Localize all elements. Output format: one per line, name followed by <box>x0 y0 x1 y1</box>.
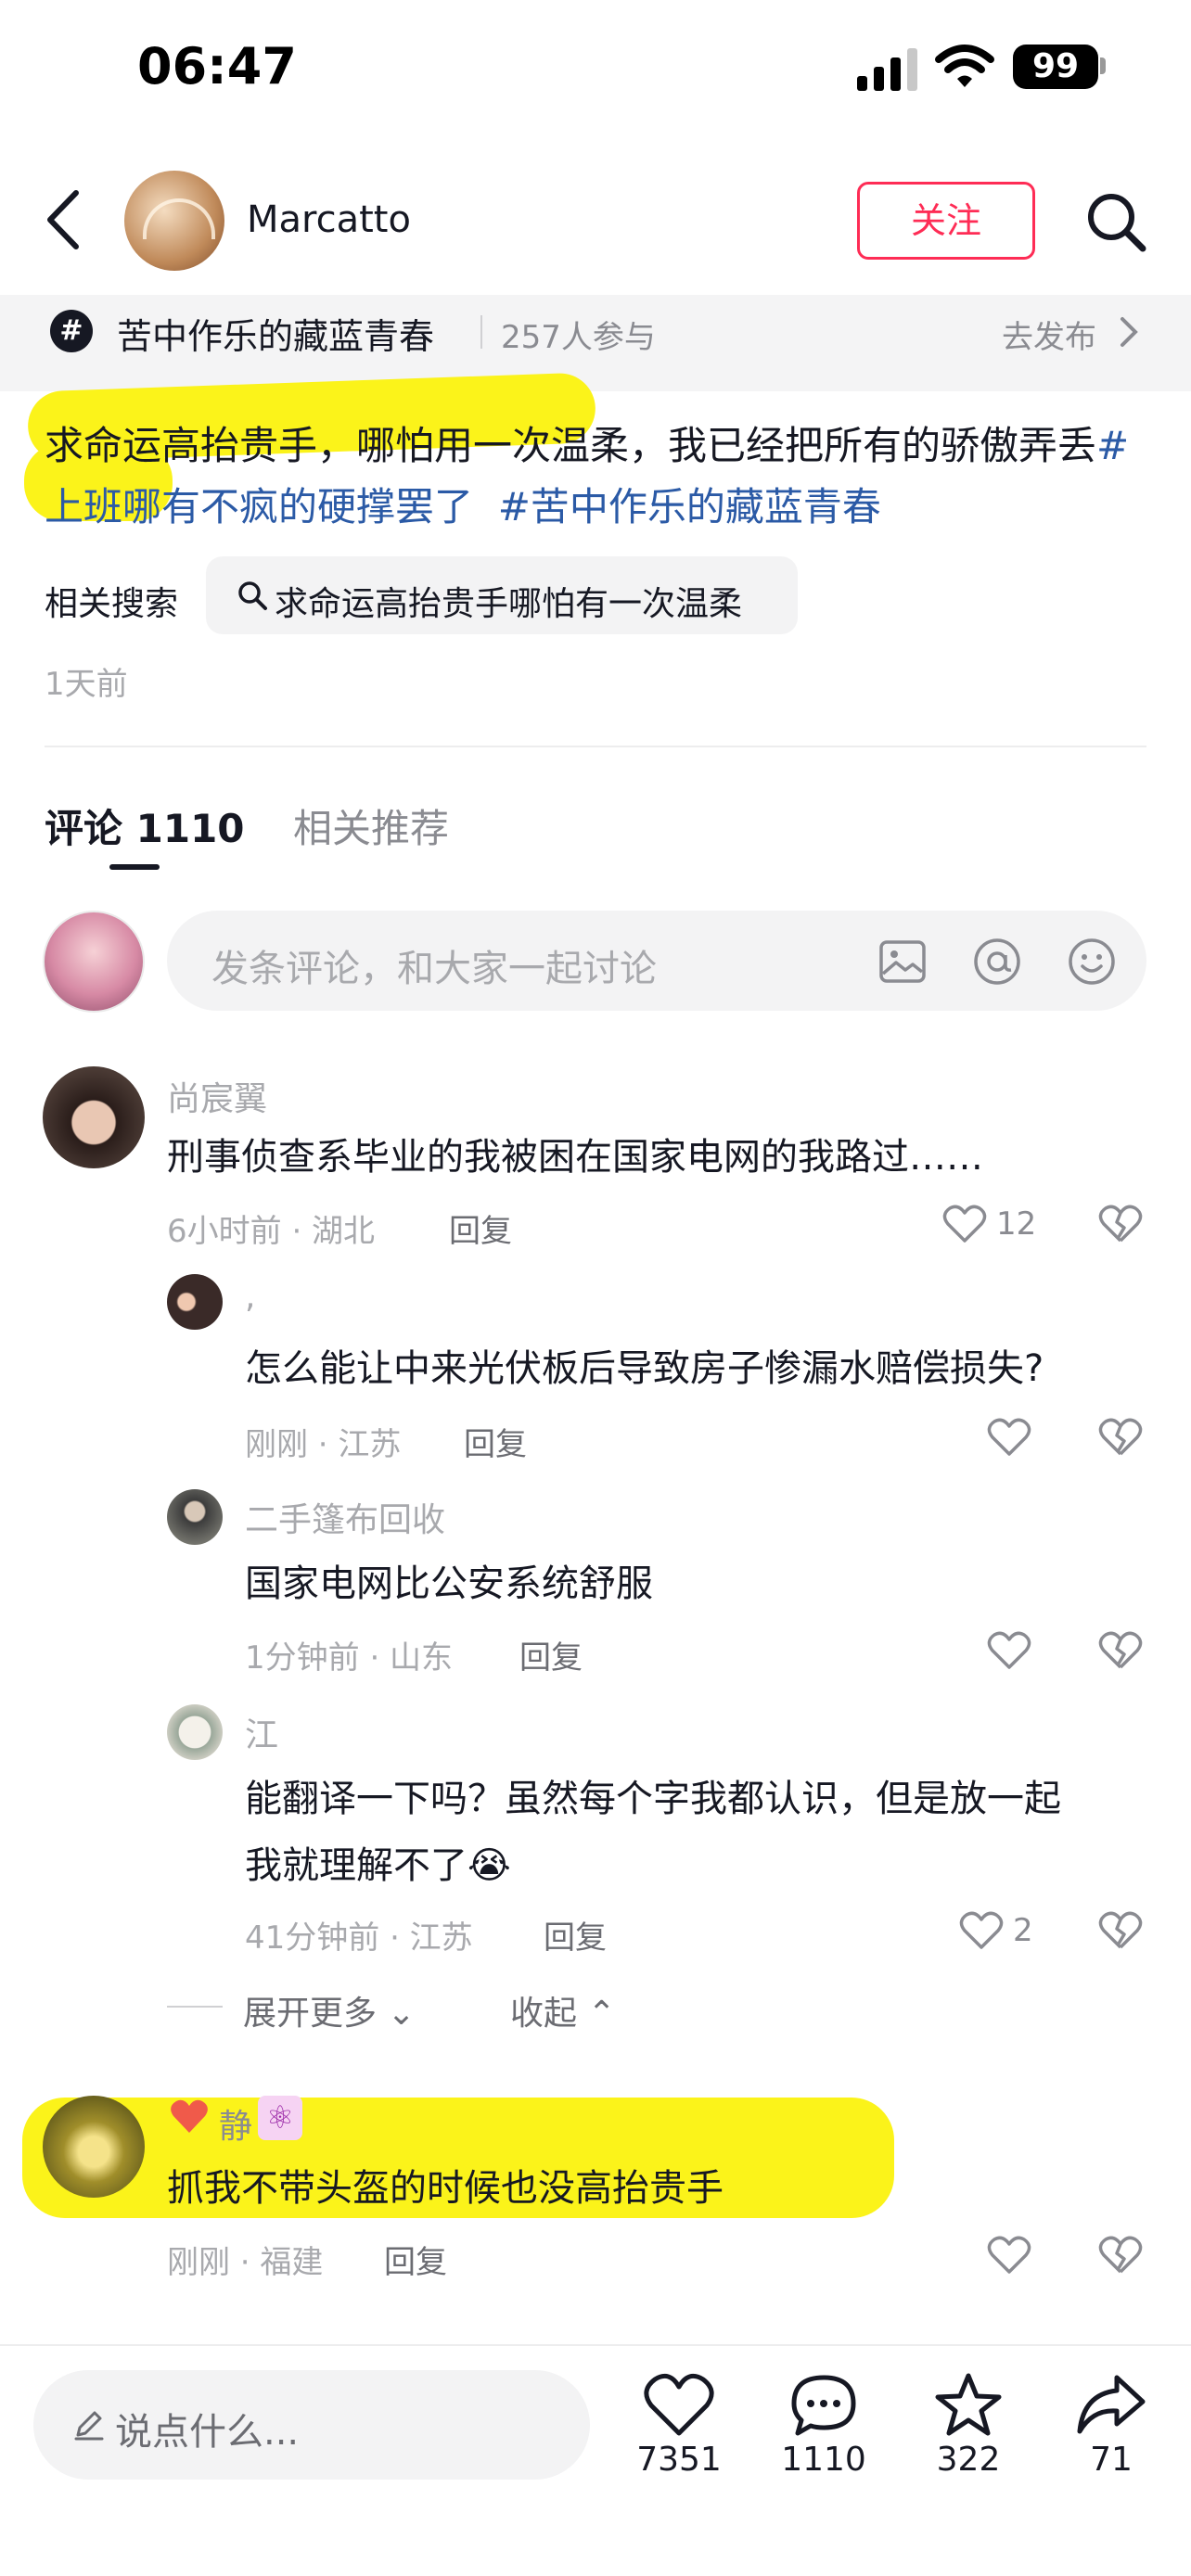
collapse-button[interactable]: 收起 ⌃ <box>510 1986 616 2034</box>
commenter-name[interactable]: 尚宸翼 <box>167 1072 267 1120</box>
comment-text: 国家电网比公安系统舒服 <box>245 1562 653 1605</box>
comment-text-line: 我就理解不了 <box>245 1844 467 1887</box>
crying-laughing-emoji: 😭 <box>467 1844 511 1887</box>
tab-comments[interactable]: 评论 1110 <box>45 797 245 854</box>
comment-icon[interactable] <box>788 2372 859 2439</box>
commenter-name[interactable]: , <box>245 1278 255 1316</box>
atom-badge-icon: ⚛ <box>258 2096 302 2140</box>
back-arrow-icon[interactable] <box>41 187 87 252</box>
comment-input-placeholder[interactable]: 发条评论，和大家一起讨论 <box>211 938 657 992</box>
divider <box>480 315 482 349</box>
my-avatar <box>43 911 145 1013</box>
status-bar: 06:47 99 <box>0 0 1191 139</box>
dislike-icon[interactable] <box>1098 2233 1143 2277</box>
commenter-name[interactable]: 静 <box>219 2099 252 2148</box>
like-icon[interactable] <box>942 1204 987 1244</box>
battery-icon: 99 <box>1013 45 1098 89</box>
at-mention-icon[interactable] <box>972 937 1022 987</box>
dislike-icon[interactable] <box>1098 1628 1143 1673</box>
comment-meta: 41分钟前 · 江苏 <box>245 1919 473 1957</box>
comment-text: 刑事侦查系毕业的我被困在国家电网的我路过…… <box>167 1136 983 1179</box>
dislike-icon[interactable] <box>1098 1202 1143 1246</box>
comment-text: 怎么能让中来光伏板后导致房子惨漏水赔偿损失? <box>245 1347 1044 1390</box>
comment-meta: 刚刚 · 福建 <box>167 2244 324 2281</box>
reply-button[interactable]: 回复 <box>519 1632 583 1677</box>
go-publish-link[interactable]: 去发布 <box>1002 312 1096 357</box>
reply-button[interactable]: 回复 <box>384 2237 447 2282</box>
search-icon <box>238 581 267 610</box>
header: Marcatto 关注 <box>0 158 1191 283</box>
tab-active-indicator <box>109 864 160 870</box>
expand-more-label: 展开更多 <box>243 1995 378 2033</box>
like-count: 2 <box>1013 1912 1033 1949</box>
chevron-down-icon: ⌄ <box>387 1995 416 2033</box>
dislike-icon[interactable] <box>1098 1415 1143 1460</box>
chevron-up-icon: ⌃ <box>587 1995 616 2033</box>
comment-meta: 1分钟前 · 山东 <box>245 1639 454 1677</box>
reply-button[interactable]: 回复 <box>464 1419 527 1464</box>
comment-text: 能翻译一下吗？虽然每个字我都认识，但是放一起 <box>245 1778 1061 1820</box>
search-icon[interactable] <box>1083 189 1148 254</box>
divider <box>167 2006 223 2008</box>
battery-tip <box>1100 57 1106 74</box>
reply-button[interactable]: 回复 <box>449 1205 512 1251</box>
status-time: 06:47 <box>137 37 297 96</box>
comment-meta: 6小时前 · 湖北 <box>167 1213 376 1250</box>
comment-text: 我就理解不了😭 <box>245 1832 511 1899</box>
share-icon[interactable] <box>1076 2372 1146 2439</box>
wifi-icon <box>935 45 994 87</box>
divider <box>45 746 1146 747</box>
like-icon[interactable] <box>959 1910 1004 1951</box>
favorite-count: 322 <box>936 2441 1001 2479</box>
related-search-query[interactable]: 求命运高抬贵手哪怕有一次温柔 <box>275 577 742 625</box>
heart-badge-icon <box>171 2099 208 2133</box>
topic-bar[interactable]: # 苦中作乐的藏蓝青春 257人参与 去发布 <box>0 295 1191 391</box>
post-time: 1天前 <box>45 666 128 703</box>
hashtag-icon: # <box>50 310 93 352</box>
expand-more-button[interactable]: 展开更多 ⌄ <box>243 1986 416 2034</box>
hashtag-link[interactable]: #苦中作乐的藏蓝青春 <box>498 484 881 529</box>
like-icon[interactable] <box>987 2235 1031 2276</box>
like-icon[interactable] <box>987 1630 1031 1671</box>
commenter-avatar[interactable] <box>43 2096 145 2198</box>
topic-name: 苦中作乐的藏蓝青春 <box>117 316 435 357</box>
follow-button[interactable]: 关注 <box>857 182 1035 260</box>
tab-related[interactable]: 相关推荐 <box>293 797 449 854</box>
comment-count: 1110 <box>781 2441 866 2479</box>
author-avatar[interactable] <box>124 171 224 271</box>
like-icon[interactable] <box>987 1417 1031 1458</box>
cellular-signal-icon <box>857 48 917 91</box>
post-text: 求命运高抬贵手，哪怕用一次温柔，我已经把所有的骄傲弄丢 <box>45 423 1097 468</box>
commenter-avatar[interactable] <box>167 1274 223 1330</box>
like-count: 7351 <box>636 2441 722 2479</box>
post-description: 求命运高抬贵手，哪怕用一次温柔，我已经把所有的骄傲弄丢#上班哪有不疯的硬撑罢了 … <box>45 415 1158 538</box>
comment-meta: 刚刚 · 江苏 <box>245 1426 402 1463</box>
pencil-icon <box>74 2411 104 2441</box>
topic-participants: 257人参与 <box>501 319 656 356</box>
like-count: 12 <box>996 1205 1037 1243</box>
share-count: 71 <box>1090 2441 1133 2479</box>
image-icon[interactable] <box>877 937 928 987</box>
commenter-name[interactable]: 二手篷布回收 <box>245 1493 445 1541</box>
emoji-icon[interactable] <box>1067 937 1117 987</box>
chevron-right-icon <box>1121 317 1138 347</box>
related-search-label: 相关搜索 <box>45 585 179 623</box>
comment-text: 抓我不带头盔的时候也没高抬贵手 <box>167 2167 724 2210</box>
author-username[interactable]: Marcatto <box>247 198 411 241</box>
commenter-avatar[interactable] <box>167 1489 223 1545</box>
commenter-avatar[interactable] <box>167 1704 223 1760</box>
collapse-label: 收起 <box>510 1995 578 2033</box>
like-icon[interactable] <box>644 2372 714 2439</box>
reply-button[interactable]: 回复 <box>544 1912 607 1958</box>
commenter-avatar[interactable] <box>43 1066 145 1168</box>
say-something-placeholder[interactable]: 说点什么... <box>115 2402 299 2455</box>
star-icon[interactable] <box>933 2372 1004 2439</box>
commenter-name[interactable]: 江 <box>245 1708 278 1756</box>
dislike-icon[interactable] <box>1098 1908 1143 1953</box>
